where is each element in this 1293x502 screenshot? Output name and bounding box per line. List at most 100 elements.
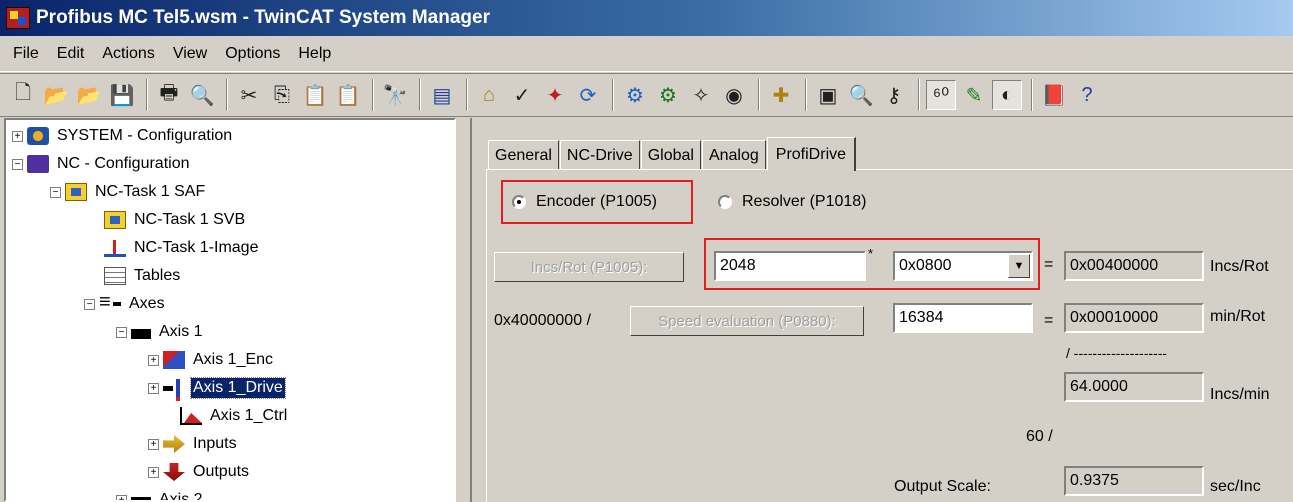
speed-value-input[interactable]: 16384 — [893, 303, 1033, 333]
tab-analog[interactable]: Analog — [701, 140, 766, 170]
activate-configuration-icon[interactable]: ✦ — [540, 80, 570, 110]
incs-rot-button[interactable]: Incs/Rot (P1005): — [494, 252, 684, 282]
menu-view[interactable]: View — [164, 45, 216, 63]
tree-item[interactable]: + Axis 1_Enc — [148, 346, 275, 374]
open-folder-icon[interactable]: 📂 — [41, 80, 71, 110]
incs-hex-select[interactable]: 0x0800 ▼ — [893, 251, 1033, 281]
tree-item-label-selected: Axis 1_Drive — [190, 377, 286, 399]
speed-evaluation-button[interactable]: Speed evaluation (P0880): — [630, 306, 864, 336]
tree-item[interactable]: − Axes — [84, 290, 167, 318]
tree-item[interactable]: Tables — [104, 262, 182, 290]
incs-min-text: 64.0000 — [1070, 378, 1128, 395]
image-icon — [104, 239, 126, 257]
tree-item[interactable]: NC-Task 1-Image — [104, 234, 260, 262]
toolbar-separator — [1031, 79, 1033, 111]
resolver-radio[interactable]: Resolver (P1018) — [718, 186, 867, 218]
tree-item[interactable]: + Axis 2 — [116, 486, 205, 500]
check-configuration-icon[interactable]: ✓ — [507, 80, 537, 110]
zoom-icon[interactable]: 🔍 — [846, 80, 876, 110]
tree-item[interactable]: NC-Task 1 SVB — [104, 206, 247, 234]
encoder-radio[interactable]: Encoder (P1005) — [512, 186, 657, 218]
online-values-icon[interactable]: ✎ — [959, 80, 989, 110]
paste-icon[interactable]: 📋 — [300, 80, 330, 110]
expand-icon[interactable]: + — [148, 382, 159, 394]
tab-general[interactable]: General — [488, 140, 559, 170]
tab-profidrive[interactable]: ProfiDrive — [766, 137, 857, 171]
configuration-tree[interactable]: + SYSTEM - Configuration − NC - Configur… — [4, 118, 456, 502]
tree-item-label: Axis 1 — [159, 323, 203, 340]
tree-item-label: Outputs — [193, 463, 250, 480]
tree-item[interactable]: + Inputs — [148, 430, 239, 458]
add-item-icon[interactable]: ✚ — [766, 80, 796, 110]
tree-item-label: Axis 1_Enc — [193, 351, 274, 368]
tree-item[interactable]: + SYSTEM - Configuration — [12, 122, 234, 150]
toolbar-separator — [419, 79, 421, 111]
restart-icon[interactable]: ⟳ — [573, 80, 603, 110]
expand-icon[interactable]: + — [148, 354, 159, 366]
task-icon — [65, 183, 87, 201]
speed-value-text: 16384 — [899, 309, 944, 326]
speed-unit-label: min/Rot — [1210, 308, 1266, 325]
tree-item-label: NC-Task 1-Image — [134, 239, 259, 256]
print-preview-icon[interactable]: 🔍 — [187, 80, 217, 110]
tab-global[interactable]: Global — [640, 140, 701, 170]
title-bar: Profibus MC Tel5.wsm - TwinCAT System Ma… — [0, 0, 1293, 36]
menu-edit[interactable]: Edit — [48, 45, 94, 63]
cut-icon[interactable]: ✂ — [234, 80, 264, 110]
radio-checked-icon[interactable] — [512, 195, 526, 209]
expand-icon[interactable]: + — [116, 494, 127, 500]
tree-item[interactable]: − NC - Configuration — [12, 150, 192, 178]
find-icon[interactable]: 🔭 — [380, 80, 410, 110]
scan-devices-icon[interactable]: ⚙ — [653, 80, 683, 110]
output-scale-field: 0.9375 — [1064, 466, 1204, 496]
menu-help[interactable]: Help — [289, 45, 340, 63]
equals-sign: = — [1044, 256, 1054, 273]
expand-icon[interactable]: + — [148, 438, 159, 450]
tree-item-label: Inputs — [193, 435, 237, 452]
radio-unchecked-icon[interactable] — [718, 195, 732, 209]
expand-icon[interactable]: + — [12, 130, 23, 142]
tree-item[interactable]: − Axis 1 — [116, 318, 205, 346]
tab-nc-drive[interactable]: NC-Drive — [559, 140, 640, 170]
tree-item[interactable]: + Axis 1_Drive — [148, 374, 286, 402]
set-target-icon[interactable]: ⚷ — [879, 80, 909, 110]
help-icon[interactable]: ? — [1072, 80, 1102, 110]
save-icon[interactable]: 💾 — [107, 80, 137, 110]
expand-icon[interactable]: + — [148, 466, 159, 478]
task-icon — [104, 211, 126, 229]
tree-item[interactable]: − NC-Task 1 SAF — [50, 178, 207, 206]
collapse-icon[interactable]: − — [116, 326, 127, 338]
axis-icon — [131, 329, 151, 339]
new-file-icon[interactable]: 🗋 — [8, 80, 38, 110]
print-icon[interactable]: 🖶 — [154, 80, 184, 110]
window-icon[interactable]: ▤ — [427, 80, 457, 110]
toggle-icon[interactable]: ◉ — [719, 80, 749, 110]
multiply-sign: * — [868, 246, 874, 261]
help-book-icon[interactable]: 📕 — [1039, 80, 1069, 110]
incs-value-input[interactable]: 2048 — [714, 251, 866, 281]
show-online-data-icon[interactable]: ⁶⁰ — [926, 80, 956, 110]
incs-unit-label: Incs/Rot — [1210, 258, 1269, 275]
menu-file[interactable]: File — [4, 45, 48, 63]
inputs-icon — [163, 435, 185, 453]
properties-icon[interactable]: ▣ — [813, 80, 843, 110]
open-folder-2-icon[interactable]: 📂 — [74, 80, 104, 110]
twincat-app-icon — [6, 7, 30, 29]
window-title: Profibus MC Tel5.wsm - TwinCAT System Ma… — [36, 7, 490, 28]
wizard-icon[interactable]: ✧ — [686, 80, 716, 110]
tree-item[interactable]: + Outputs — [148, 458, 251, 486]
collapse-icon[interactable]: − — [12, 158, 23, 170]
chevron-down-icon[interactable]: ▼ — [1008, 254, 1030, 278]
pane-splitter[interactable] — [458, 118, 470, 502]
tree-item[interactable]: Axis 1_Ctrl — [180, 402, 289, 430]
output-scale-label: Output Scale: — [894, 478, 991, 495]
collapse-icon[interactable]: − — [84, 298, 95, 310]
copy-icon[interactable]: ⎘ — [267, 80, 297, 110]
menu-options[interactable]: Options — [216, 45, 289, 63]
generate-mappings-icon[interactable]: ⌂ — [474, 80, 504, 110]
paste-special-icon[interactable]: 📋 — [333, 80, 363, 110]
menu-actions[interactable]: Actions — [93, 45, 163, 63]
config-mode-icon[interactable]: ⚙ — [620, 80, 650, 110]
show-sub-items-icon[interactable]: ◐ — [992, 80, 1022, 110]
collapse-icon[interactable]: − — [50, 186, 61, 198]
